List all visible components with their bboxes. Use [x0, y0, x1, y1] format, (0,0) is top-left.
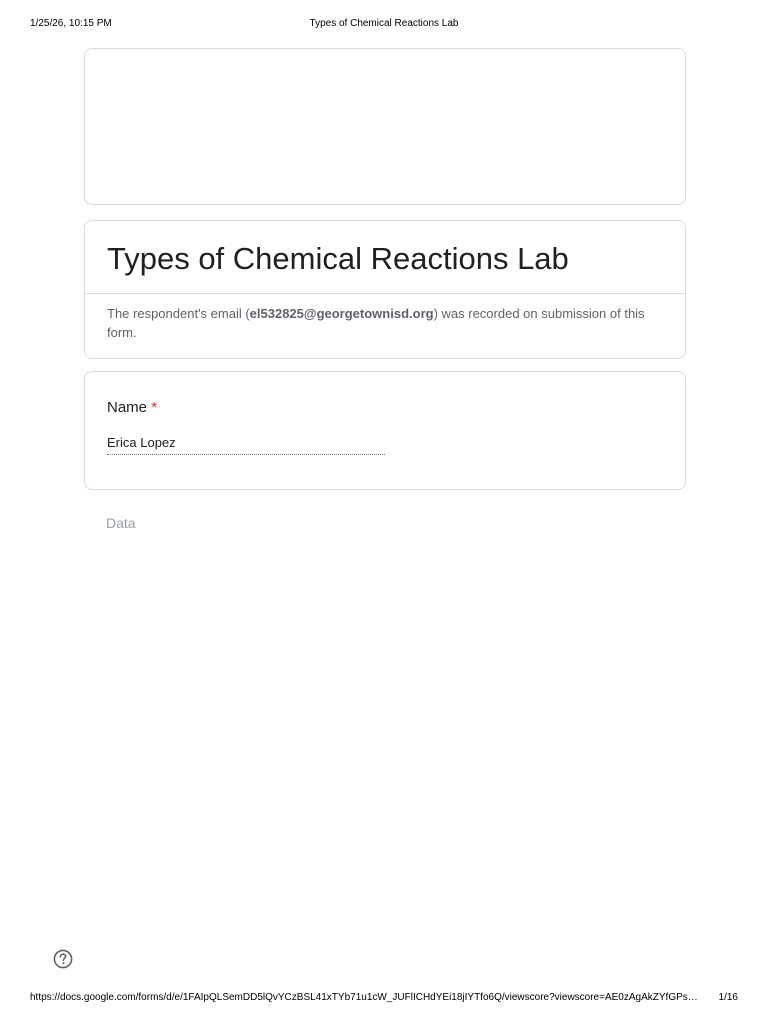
question-card-name: Name * Erica Lopez [84, 371, 686, 490]
form-header-banner [84, 48, 686, 205]
required-marker: * [151, 399, 158, 416]
page-number: 1/16 [718, 992, 738, 1003]
print-document-title: Types of Chemical Reactions Lab [309, 18, 459, 29]
printed-page: 1/25/26, 10:15 PM Types of Chemical Reac… [0, 0, 768, 1024]
form-title-card: Types of Chemical Reactions Lab The resp… [84, 220, 686, 359]
respondent-email-note: The respondent's email (el532825@georget… [85, 294, 685, 342]
print-footer: https://docs.google.com/forms/d/e/1FAIpQ… [30, 992, 738, 1006]
form-title: Types of Chemical Reactions Lab [107, 241, 569, 276]
print-url: https://docs.google.com/forms/d/e/1FAIpQ… [30, 992, 698, 1003]
respondent-email: el532825@georgetownisd.org [249, 306, 434, 321]
form-title-area: Types of Chemical Reactions Lab [85, 221, 685, 294]
question-title: Name * [107, 398, 663, 418]
answer-text: Erica Lopez [107, 434, 385, 455]
email-note-prefix: The respondent's email ( [107, 306, 250, 321]
question-title-text: Name [107, 399, 148, 416]
section-label-data: Data [106, 515, 136, 531]
help-circle-icon[interactable] [53, 949, 73, 969]
print-header: 1/25/26, 10:15 PM Types of Chemical Reac… [30, 18, 738, 32]
